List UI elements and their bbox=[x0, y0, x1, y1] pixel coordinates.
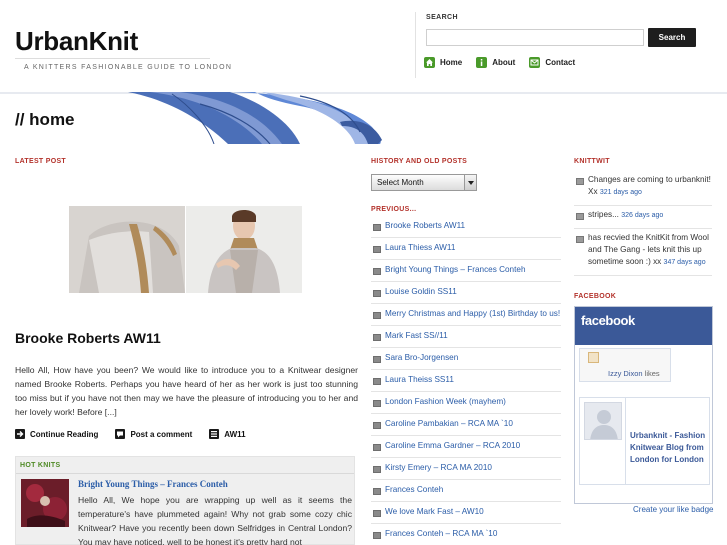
page-title: // home bbox=[15, 110, 75, 129]
facebook-like-box: facebook Izzy Dixon likes Urbanknit - Fa… bbox=[574, 306, 713, 504]
previous-post-item[interactable]: We love Mark Fast – AW10 bbox=[371, 502, 561, 524]
previous-post-item[interactable]: Louise Goldin SS11 bbox=[371, 282, 561, 304]
title-divider bbox=[15, 58, 210, 59]
month-select-value: Select Month bbox=[377, 178, 424, 187]
post-meta: Continue Reading Post a comment AW11 bbox=[15, 429, 263, 439]
yarn-banner-illustration bbox=[0, 92, 727, 144]
facebook-page-name[interactable]: Urbanknit - Fashion Knitwear Blog from L… bbox=[630, 430, 710, 466]
hot-knits-thumbnail[interactable] bbox=[21, 479, 69, 527]
facebook-liker[interactable]: Izzy Dixon likes bbox=[579, 348, 671, 382]
hot-knits-image bbox=[21, 479, 69, 527]
knittwit-heading: KNITTWIT bbox=[574, 158, 610, 165]
hot-knits-divider bbox=[16, 473, 354, 474]
post-comment-link[interactable]: Post a comment bbox=[115, 429, 192, 439]
latest-post-heading: LATEST POST bbox=[15, 158, 67, 165]
site-title[interactable]: UrbanKnit bbox=[15, 26, 138, 57]
previous-post-item[interactable]: Frances Conteh bbox=[371, 480, 561, 502]
previous-post-item[interactable]: Sara Bro-Jorgensen bbox=[371, 348, 561, 370]
chevron-down-icon bbox=[464, 175, 476, 190]
previous-post-item[interactable]: Bright Young Things – Frances Conteh bbox=[371, 260, 561, 282]
hot-knits-text: Hello All, We hope you are wrapping up w… bbox=[78, 495, 352, 545]
facebook-liker-suffix: likes bbox=[642, 369, 660, 378]
home-icon bbox=[424, 57, 435, 68]
hot-knits-heading: HOT KNITS bbox=[20, 462, 61, 469]
nav-about[interactable]: About bbox=[476, 57, 515, 68]
previous-heading: PREVIOUS... bbox=[371, 206, 417, 213]
tweet-item: stripes... 326 days ago bbox=[574, 206, 712, 229]
post-comment-label: Post a comment bbox=[130, 429, 193, 439]
search-input[interactable] bbox=[426, 29, 644, 46]
user-avatar-icon bbox=[588, 352, 599, 363]
archive-heading: HISTORY AND OLD POSTS bbox=[371, 158, 468, 165]
post-image-right[interactable] bbox=[186, 206, 302, 293]
tweet-time-link[interactable]: 347 days ago bbox=[664, 259, 706, 266]
tweet-time-link[interactable]: 326 days ago bbox=[621, 212, 663, 219]
category-label: AW11 bbox=[224, 429, 246, 439]
site-tagline: A KNITTERS FASHIONABLE GUIDE TO LONDON bbox=[24, 64, 233, 71]
previous-post-item[interactable]: Laura Theiss SS11 bbox=[371, 370, 561, 392]
nav-home-label: Home bbox=[440, 58, 463, 67]
facebook-heading: FACEBOOK bbox=[574, 293, 617, 300]
previous-post-item[interactable]: Kirsty Emery – RCA MA 2010 bbox=[371, 458, 561, 480]
model-sweater-image bbox=[69, 206, 185, 293]
previous-post-item[interactable]: Frances Conteh – RCA MA `10 bbox=[371, 524, 561, 545]
facebook-header: facebook bbox=[575, 307, 712, 345]
facebook-liker-text: Izzy Dixon likes bbox=[608, 369, 660, 378]
hot-knits-title[interactable]: Bright Young Things – Frances Conteh bbox=[78, 479, 228, 489]
facebook-page-card[interactable]: Urbanknit - Fashion Knitwear Blog from L… bbox=[579, 397, 710, 485]
previous-post-item[interactable]: Caroline Emma Gardner – RCA 2010 bbox=[371, 436, 561, 458]
hot-knits-box: HOT KNITS Bright Young Things – Frances … bbox=[15, 456, 355, 545]
nav-home[interactable]: Home bbox=[424, 57, 462, 68]
previous-post-item[interactable]: London Fashion Week (mayhem) bbox=[371, 392, 561, 414]
nav-about-label: About bbox=[492, 58, 516, 67]
mail-icon bbox=[529, 57, 541, 68]
post-image-left[interactable] bbox=[69, 206, 185, 293]
post-title[interactable]: Brooke Roberts AW11 bbox=[15, 330, 161, 346]
previous-post-item[interactable]: Brooke Roberts AW11 bbox=[371, 216, 561, 238]
previous-post-item[interactable]: Caroline Pambakian – RCA MA `10 bbox=[371, 414, 561, 436]
previous-post-item[interactable]: Merry Christmas and Happy (1st) Birthday… bbox=[371, 304, 561, 326]
continue-reading-label: Continue Reading bbox=[30, 429, 99, 439]
tweet-time-link[interactable]: 321 days ago bbox=[600, 189, 642, 196]
facebook-liker-name: Izzy Dixon bbox=[608, 369, 643, 378]
previous-post-item[interactable]: Mark Fast SS//11 bbox=[371, 326, 561, 348]
model-portrait-image bbox=[186, 206, 302, 293]
default-avatar-icon bbox=[584, 402, 622, 440]
tweet-text: stripes... bbox=[588, 210, 619, 219]
category-icon bbox=[209, 429, 220, 439]
previous-post-item[interactable]: Laura Thiess AW11 bbox=[371, 238, 561, 260]
top-navigation: Home About Contact bbox=[424, 57, 589, 68]
continue-reading-link[interactable]: Continue Reading bbox=[15, 429, 98, 439]
category-link[interactable]: AW11 bbox=[209, 429, 246, 439]
arrow-right-icon bbox=[15, 429, 25, 439]
header-divider bbox=[415, 12, 416, 78]
post-excerpt: Hello All, How have you been? We would l… bbox=[15, 365, 358, 417]
facebook-page-divider bbox=[625, 398, 626, 484]
facebook-logo[interactable]: facebook bbox=[581, 313, 635, 328]
header-banner bbox=[0, 92, 727, 144]
nav-contact-label: Contact bbox=[545, 58, 576, 67]
info-icon bbox=[476, 57, 488, 68]
create-like-badge-link[interactable]: Create your like badge bbox=[633, 505, 714, 514]
previous-posts-list: Brooke Roberts AW11 Laura Thiess AW11 Br… bbox=[371, 216, 561, 545]
tweet-list: Changes are coming to urbanknit! Xx 321 … bbox=[574, 171, 712, 276]
comment-icon bbox=[115, 429, 126, 439]
nav-contact[interactable]: Contact bbox=[529, 57, 575, 68]
tweet-item: has recvied the KnitKit from Wool and Th… bbox=[574, 229, 712, 276]
search-button[interactable]: Search bbox=[648, 28, 696, 47]
search-label: SEARCH bbox=[426, 14, 458, 21]
month-select[interactable]: Select Month bbox=[371, 174, 477, 191]
tweet-item: Changes are coming to urbanknit! Xx 321 … bbox=[574, 171, 712, 206]
